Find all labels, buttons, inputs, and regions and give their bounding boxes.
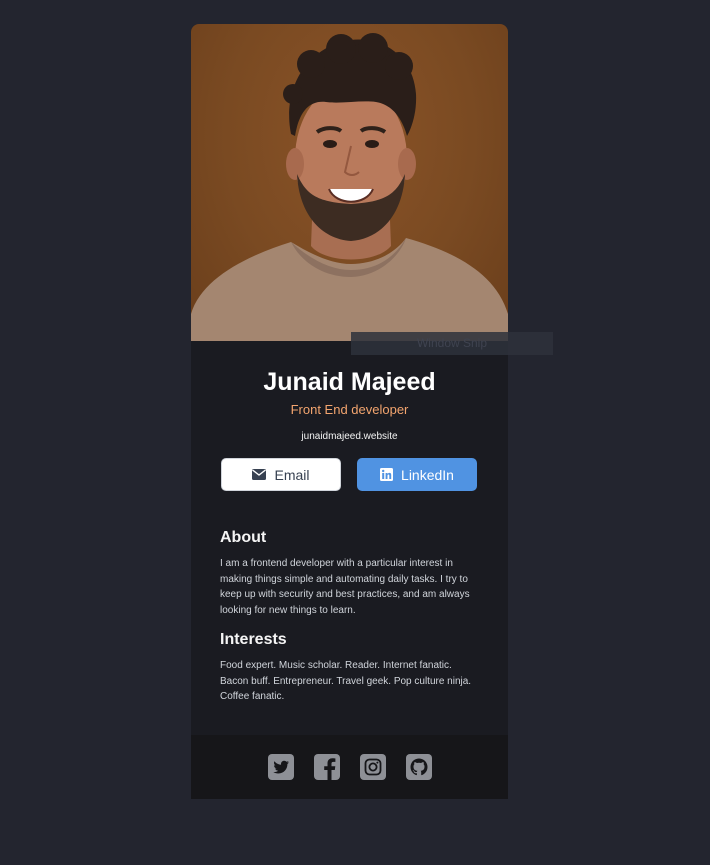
twitter-icon[interactable] [267,754,294,780]
profile-photo [191,24,508,341]
page: Junaid Majeed Front End developer junaid… [0,0,710,865]
envelope-icon [252,469,267,480]
facebook-icon[interactable] [313,754,340,780]
interests-text: Food expert. Music scholar. Reader. Inte… [220,660,472,702]
linkedin-button[interactable]: LinkedIn [357,458,477,491]
portrait-illustration [191,33,508,341]
about-section: About I am a frontend developer with a p… [191,528,508,618]
window-snip-overlay: Window Snip [351,332,553,355]
profile-card: Junaid Majeed Front End developer junaid… [191,24,508,799]
interests-section: Interests Food expert. Music scholar. Re… [191,630,508,705]
profile-info: Junaid Majeed Front End developer junaid… [191,341,508,444]
profile-role: Front End developer [290,402,409,417]
about-heading: About [220,529,267,546]
social-footer [191,735,508,799]
interests-heading: Interests [220,631,287,648]
profile-name: Junaid Majeed [263,368,436,396]
linkedin-icon [380,468,394,481]
github-icon[interactable] [405,754,432,780]
email-button[interactable]: Email [221,458,341,491]
profile-website-link[interactable]: junaidmajeed.website [191,430,508,444]
about-text: I am a frontend developer with a particu… [220,558,470,616]
contact-buttons: Email LinkedIn [191,458,508,491]
linkedin-button-label: LinkedIn [401,466,454,483]
email-button-label: Email [274,466,310,483]
instagram-icon[interactable] [359,754,386,780]
